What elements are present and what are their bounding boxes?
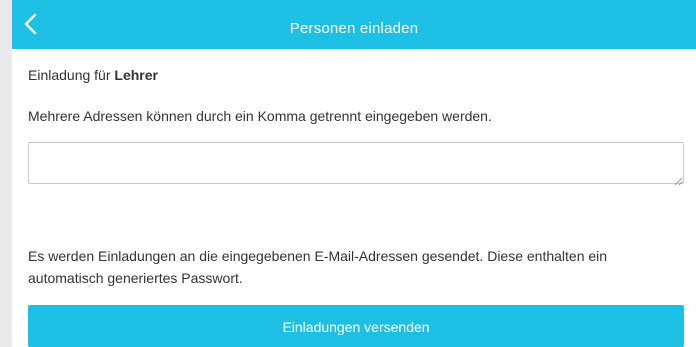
invitation-role: Lehrer [114, 67, 158, 83]
resize-grip-icon[interactable] [673, 173, 683, 186]
invitation-notice: Es werden Einladungen an die eingegebene… [28, 248, 608, 286]
invitation-label: Einladung für [28, 67, 111, 83]
send-invitations-button[interactable]: Einladungen versenden [28, 305, 684, 347]
invitation-line: Einladung für Lehrer [28, 66, 158, 84]
invite-dialog: Personen einladen Einladung für Lehrer M… [12, 0, 696, 347]
dialog-header: Personen einladen [12, 0, 696, 49]
dialog-title: Personen einladen [289, 20, 419, 37]
email-addresses-input[interactable] [28, 142, 684, 184]
address-hint: Mehrere Adressen können durch ein Komma … [28, 108, 492, 124]
